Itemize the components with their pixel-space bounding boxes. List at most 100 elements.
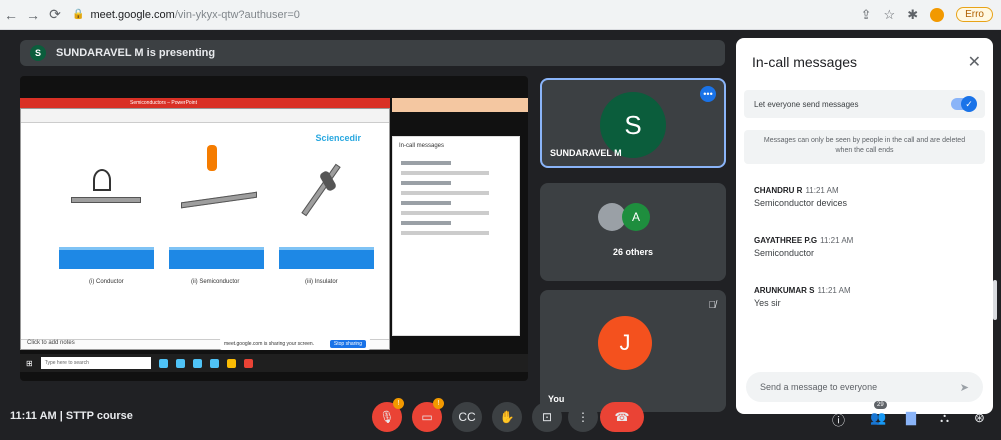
star-icon[interactable]: ☆ [884, 7, 896, 23]
people-button[interactable]: 👥 29 [870, 401, 887, 426]
message-time: 11:21 AM [805, 186, 839, 195]
profile-avatar[interactable] [930, 7, 945, 22]
message-input[interactable] [760, 382, 940, 392]
presenter-chat-title: In-call messages [399, 143, 445, 149]
participant-tile-presenter[interactable]: S ••• SUNDARAVEL M [540, 78, 726, 168]
shared-screen: Semiconductors – PowerPoint Sciencedir (… [20, 76, 528, 381]
chat-icon[interactable]: ▇ [906, 410, 916, 426]
message-text: Yes sir [754, 298, 781, 308]
messages-notice: Messages can only be seen by people in t… [744, 130, 985, 164]
message-time: 11:21 AM [820, 236, 854, 245]
taskbar-search: Type here to search [40, 357, 151, 369]
forward-icon[interactable]: → [22, 4, 44, 26]
water-3 [279, 247, 374, 269]
taskbar-app-icon [175, 358, 185, 368]
chat-message: GAYATHREE P.G 11:21 AM Semiconductor [754, 236, 974, 258]
browser-toolbar: ← → ⟳ 🔒 meet.google.com/vin-ykyx-qtw?aut… [0, 0, 1001, 30]
captions-icon: CC [458, 410, 476, 424]
avatar-cluster: A [598, 203, 650, 231]
url-path: /vin-ykyx-qtw?authuser=0 [174, 8, 300, 21]
others-count: 26 others [612, 247, 654, 257]
chat-line [401, 211, 490, 215]
message-sender: CHANDRU R [754, 186, 803, 195]
chat-message: ARUNKUMAR S 11:21 AM Yes sir [754, 286, 974, 308]
send-messages-setting: Let everyone send messages ✓ [744, 90, 985, 118]
raise-hand-button[interactable]: ✋ [492, 402, 522, 432]
host-controls-icon[interactable]: ⊛ [974, 410, 985, 426]
bridge-semiconductor [181, 191, 257, 209]
sharing-toast: meet.google.com is sharing your screen. … [220, 338, 370, 350]
toggle-label: Let everyone send messages [754, 99, 859, 109]
caption-conductor: (i) Conductor [89, 279, 124, 285]
activities-icon[interactable]: ⛬ [940, 410, 949, 426]
bridge-insulator [301, 163, 341, 217]
camera-off-icon: ▭ [421, 410, 433, 424]
meeting-controls: 11:11 AM | STTP course 🎙 ! ▭ ! CC ✋ ⊡ ⋮ … [0, 392, 1001, 440]
chat-line [401, 201, 452, 205]
in-call-messages-panel: In-call messages ✕ Let everyone send mes… [736, 38, 993, 414]
windows-start-icon: ⊞ [26, 358, 33, 368]
bridge-conductor [71, 197, 141, 203]
taskbar-app-icon [209, 358, 219, 368]
captions-button[interactable]: CC [452, 402, 482, 432]
hand-icon: ✋ [499, 410, 515, 424]
slide: Sciencedir (i) Conductor (ii) Semiconduc… [41, 127, 381, 327]
message-sender: ARUNKUMAR S [754, 286, 815, 295]
address-bar[interactable]: 🔒 meet.google.com/vin-ykyx-qtw?authuser=… [72, 9, 861, 21]
stop-sharing-button: Stop sharing [329, 340, 366, 348]
chat-line [401, 221, 452, 225]
message-header: ARUNKUMAR S 11:21 AM [754, 286, 974, 295]
share-icon[interactable]: ⇪ [861, 7, 872, 23]
mic-button[interactable]: 🎙 ! [372, 398, 404, 432]
mic-off-icon: 🎙 [379, 410, 395, 424]
message-header: CHANDRU R 11:21 AM [754, 186, 974, 195]
taskbar-app-icon [226, 358, 236, 368]
more-options-button[interactable]: ⋮ [568, 402, 598, 432]
sharing-toast-text: meet.google.com is sharing your screen. [224, 341, 315, 347]
ribbon [21, 109, 389, 123]
warning-badge: ! [433, 398, 444, 409]
extensions-icon[interactable]: ✱ [907, 7, 918, 23]
leave-call-button[interactable]: ☎ [600, 402, 644, 432]
presenting-text: SUNDARAVEL M is presenting [56, 47, 216, 59]
taskbar-app-icon [158, 358, 168, 368]
meeting-details-icon[interactable]: ⓘ [832, 410, 845, 429]
chat-line [401, 171, 490, 175]
back-icon[interactable]: ← [0, 4, 22, 26]
taskbar-app-icon [243, 358, 253, 368]
message-text: Semiconductor devices [754, 198, 848, 208]
hang-up-icon: ☎ [614, 410, 630, 424]
error-button[interactable]: Erro [956, 7, 993, 22]
close-icon[interactable]: ✕ [968, 52, 981, 72]
windows-taskbar: ⊞ Type here to search [20, 354, 528, 372]
chat-line [401, 161, 452, 165]
chat-line [401, 191, 490, 195]
url-host: meet.google.com [90, 8, 175, 21]
more-options-icon[interactable]: ••• [700, 86, 716, 102]
meet-stage: S SUNDARAVEL M is presenting Semiconduct… [0, 30, 1001, 440]
present-icon: ⊡ [541, 410, 553, 424]
participant-avatar: J [598, 316, 652, 370]
panel-scrollbar[interactable] [993, 280, 997, 320]
message-header: GAYATHREE P.G 11:21 AM [754, 236, 974, 245]
window-title: Semiconductors – PowerPoint [130, 100, 197, 106]
message-text: Semiconductor [754, 248, 815, 258]
presenting-banner: S SUNDARAVEL M is presenting [20, 40, 725, 66]
reload-icon[interactable]: ⟳ [44, 4, 66, 26]
present-button[interactable]: ⊡ [532, 402, 562, 432]
people-count-badge: 29 [874, 401, 887, 409]
mic-off-icon: 🎙̸ [708, 300, 717, 311]
water-1 [59, 247, 154, 269]
message-time: 11:21 AM [817, 286, 851, 295]
participant-tile-others[interactable]: A 26 others [540, 183, 726, 281]
caption-insulator: (iii) Insulator [305, 279, 338, 285]
participant-avatar: A [622, 203, 650, 231]
cyclist-figure [93, 169, 111, 191]
chat-message: CHANDRU R 11:21 AM Semiconductor devices [754, 186, 974, 208]
slide-logo: Sciencedir [315, 133, 361, 143]
camera-button[interactable]: ▭ ! [412, 398, 444, 432]
caption-semiconductor: (ii) Semiconductor [191, 279, 240, 285]
meeting-info: 11:11 AM | STTP course [10, 410, 133, 422]
warning-badge: ! [393, 398, 404, 409]
send-messages-toggle[interactable]: ✓ [951, 96, 977, 112]
